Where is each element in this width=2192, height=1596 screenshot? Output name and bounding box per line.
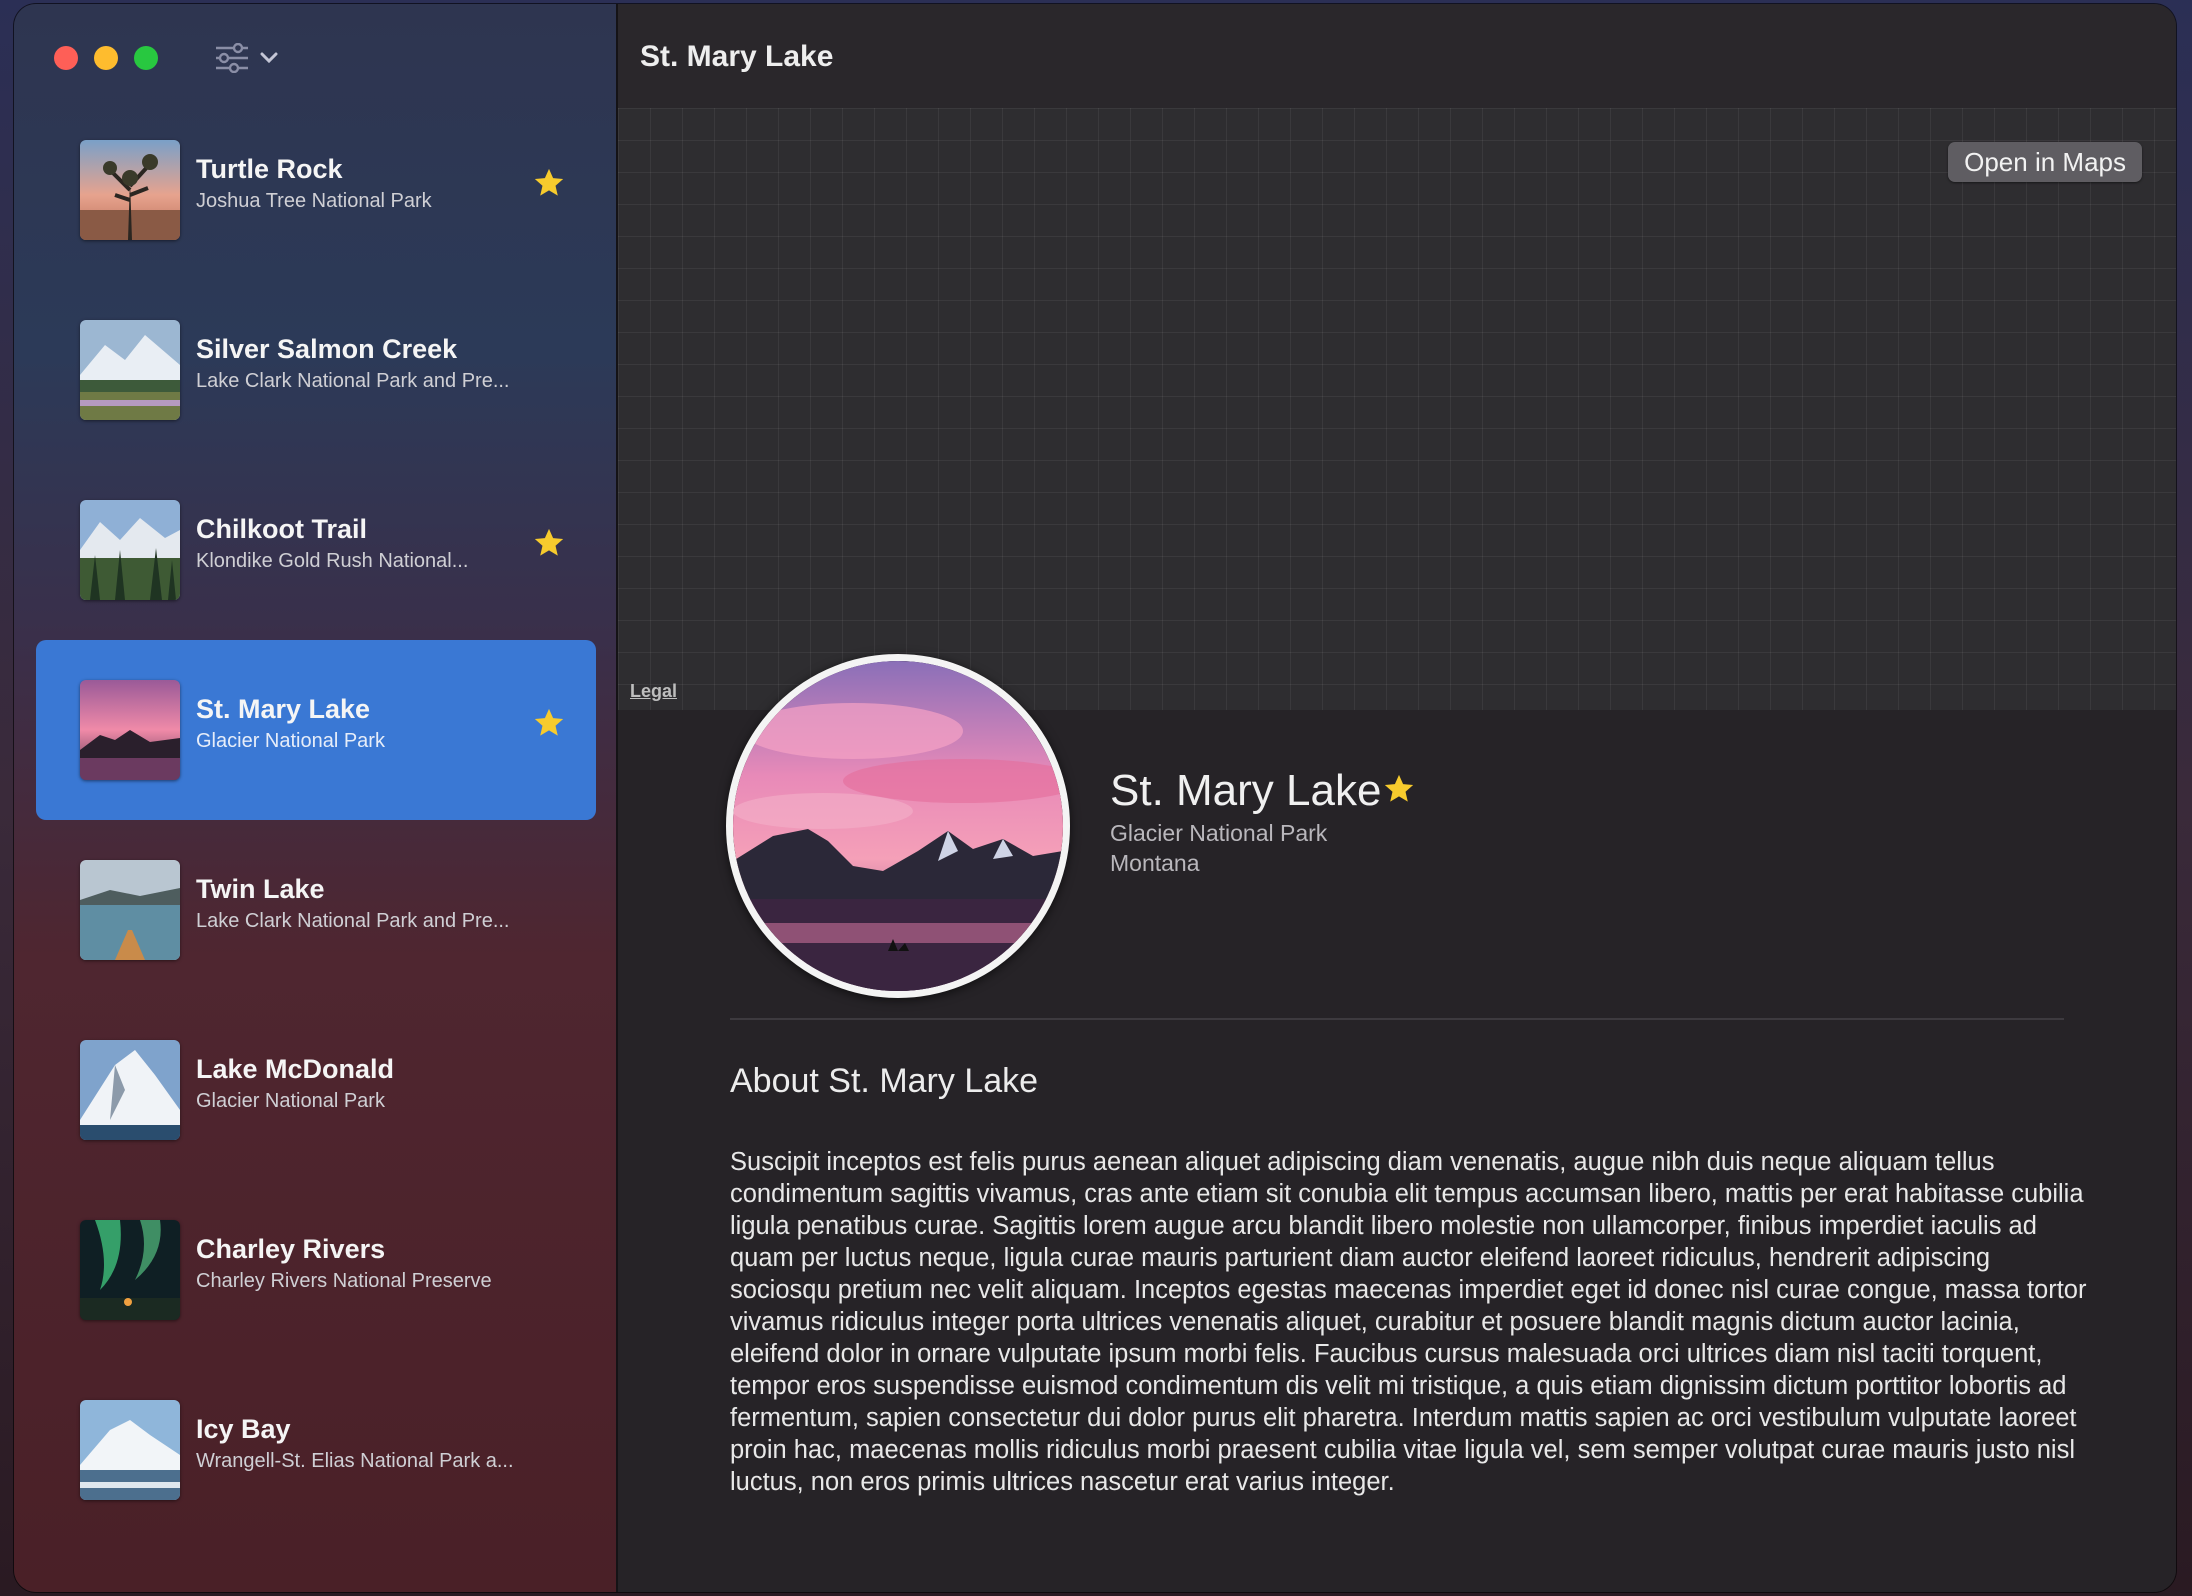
detail-state: Montana [1110,850,1200,876]
landmark-list[interactable]: Turtle Rock Joshua Tree National Park Si… [36,100,596,1540]
landmark-name: St. Mary Lake [196,694,371,724]
detail-title: St. Mary Lake [1110,766,1382,815]
window-title: St. Mary Lake [640,40,834,73]
description-text: Suscipit inceptos est felis purus aenean… [730,1148,2087,1496]
list-item[interactable]: Silver Salmon Creek Lake Clark National … [36,280,596,460]
close-window-button[interactable] [54,46,78,70]
landmark-name: Silver Salmon Creek [196,334,458,364]
landmark-name: Charley Rivers [196,1234,386,1264]
star-icon [534,168,564,196]
list-item[interactable]: Charley Rivers Charley Rivers National P… [36,1180,596,1360]
landmark-park: Lake Clark National Park and Pre... [196,910,510,932]
list-item-selected[interactable]: St. Mary Lake Glacier National Park [36,640,596,820]
star-icon [534,708,564,736]
slider-icon [216,43,248,73]
list-item[interactable]: Turtle Rock Joshua Tree National Park [36,100,596,280]
landmark-thumbnail [80,1400,180,1500]
landmark-name: Lake McDonald [196,1054,395,1084]
landmark-photo [726,654,1070,998]
sidebar: Turtle Rock Joshua Tree National Park Si… [14,4,618,1592]
map-view[interactable]: Open in Maps Legal [618,108,2176,710]
landmark-thumbnail [80,1220,180,1320]
toolbar: St. Mary Lake [618,4,2176,108]
landmark-park: Wrangell-St. Elias National Park a... [196,1450,514,1472]
landmark-name: Turtle Rock [196,154,343,184]
star-icon [534,528,564,556]
landmark-name: Twin Lake [196,874,325,904]
star-icon[interactable] [1382,772,1416,806]
landmark-thumbnail [80,320,180,420]
landmark-park: Klondike Gold Rush National... [196,550,469,572]
landmark-thumbnail [80,500,180,600]
landmark-park: Joshua Tree National Park [196,190,432,212]
landmark-park: Charley Rivers National Preserve [196,1270,492,1292]
legal-link[interactable]: Legal [630,681,677,702]
divider [730,1018,2064,1020]
list-item[interactable]: Chilkoot Trail Klondike Gold Rush Nation… [36,460,596,640]
landmark-name: Icy Bay [196,1414,291,1444]
list-item[interactable]: Twin Lake Lake Clark National Park and P… [36,820,596,1000]
landmark-park: Glacier National Park [196,1090,385,1112]
list-item[interactable]: Lake McDonald Glacier National Park [36,1000,596,1180]
chevron-down-icon [260,52,278,64]
landmark-name: Chilkoot Trail [196,514,368,544]
filter-menu-button[interactable] [214,38,304,78]
landmark-park: Glacier National Park [196,730,385,752]
landmark-thumbnail [80,1040,180,1140]
open-in-maps-button[interactable]: Open in Maps [1948,142,2142,182]
landmark-thumbnail [80,860,180,960]
detail-park: Glacier National Park [1110,820,1328,846]
zoom-window-button[interactable] [134,46,158,70]
landmark-thumbnail [80,140,180,240]
list-item[interactable]: Icy Bay Wrangell-St. Elias National Park… [36,1360,596,1540]
landmark-park: Lake Clark National Park and Pre... [196,370,510,392]
landmark-thumbnail [80,680,180,780]
minimize-window-button[interactable] [94,46,118,70]
about-heading: About St. Mary Lake [730,1062,1039,1100]
detail-pane: St. Mary Lake Open in Maps Legal St. Mar… [618,4,2176,1592]
app-window: Turtle Rock Joshua Tree National Park Si… [14,4,2176,1592]
